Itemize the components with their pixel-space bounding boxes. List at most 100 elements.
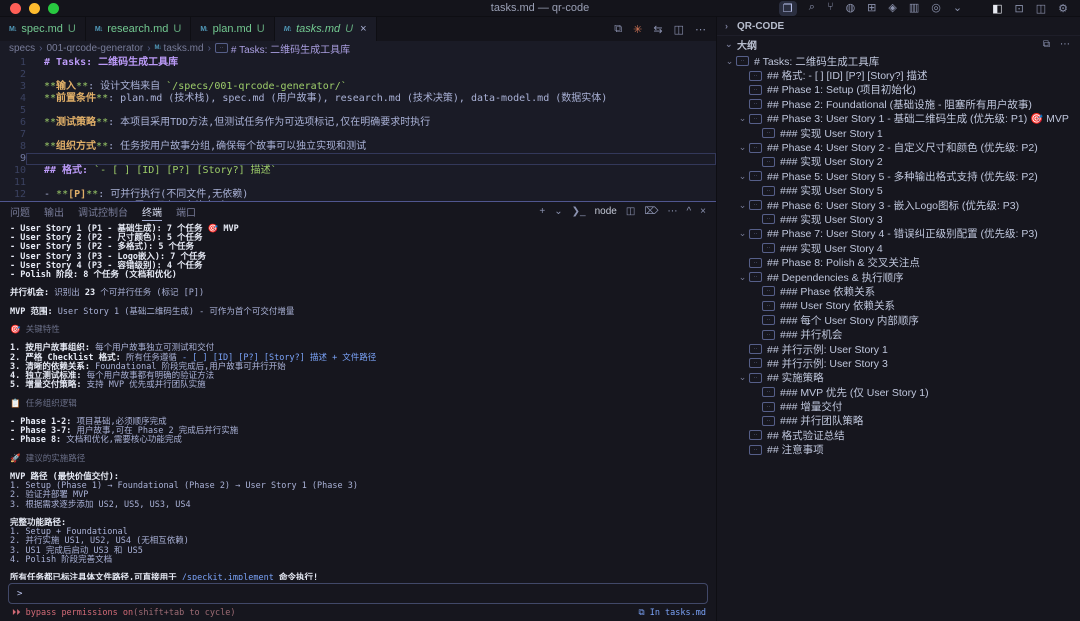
panel-tab-终端[interactable]: 终端 [142,202,162,221]
outline-item[interactable]: ··### 实现 User Story 1 [717,126,1080,140]
remote-explorer-icon[interactable]: ◍ [846,1,856,16]
terminal-dropdown-icon[interactable]: ⌄ [554,206,562,217]
outline-item[interactable]: ⌄··## 实施策略 [717,371,1080,385]
symbol-string-icon: ·· [749,344,762,354]
panel-tab-问题[interactable]: 问题 [10,202,30,221]
new-terminal-icon[interactable]: + [539,206,545,217]
settings-gear-icon[interactable]: ⚙ [1058,2,1068,15]
symbol-string-icon: ·· [749,258,762,268]
search-icon[interactable]: ⌕ [809,1,815,16]
explorer-icon[interactable]: ❐ [779,1,797,16]
outline-item[interactable]: ⌄··## Phase 7: User Story 4 - 错误纠正级别配置 (… [717,227,1080,241]
close-window-button[interactable] [10,3,21,14]
outline-item[interactable]: ··## 并行示例: User Story 3 [717,356,1080,370]
extension-flare-icon[interactable]: ✳ [633,23,642,36]
split-layout-icon[interactable]: ◫ [1036,2,1046,15]
collapse-all-icon[interactable]: ⧉ [1043,39,1050,50]
outline-item[interactable]: ⌄··# Tasks: 二维码生成工具库 [717,54,1080,68]
chevron-down-icon[interactable]: ⌄ [723,56,736,67]
terminal-more-icon[interactable]: ⋯ [667,206,677,217]
outline-item[interactable]: ··## Phase 8: Polish & 交叉关注点 [717,255,1080,269]
outline-item[interactable]: ··### 实现 User Story 2 [717,155,1080,169]
symbol-string-icon: ·· [762,286,775,296]
markdown-icon: M↓ [95,26,102,33]
outline-more-icon[interactable]: ⋯ [1060,39,1070,50]
terminal-prompt-input[interactable]: > [8,583,708,604]
outline-item[interactable]: ··## 格式验证总结 [717,428,1080,442]
graph-icon[interactable]: ▥ [909,1,919,16]
chevron-down-icon[interactable]: ⌄ [736,113,749,124]
kill-terminal-icon[interactable]: ⌦ [644,206,658,217]
layout-panel-icon[interactable]: ◧ [992,2,1002,15]
maximize-window-button[interactable] [48,3,59,14]
chevron-down-icon[interactable]: ⌄ [736,200,749,211]
outline-section-header[interactable]: ⌄ 大纲 ⧉⋯ [717,35,1080,53]
customize-layout-icon[interactable]: ⊡ [1015,2,1024,15]
outline-item[interactable]: ··### 增量交付 [717,399,1080,413]
terminal-line [10,390,716,399]
outline-item[interactable]: ··## 格式: - [ ] [ID] [P?] [Story?] 描述 [717,68,1080,82]
open-changes-icon[interactable]: ⇆ [653,23,662,36]
terminal-line: 所有任务都已标注具体文件路径,可直接用于 /speckit.implement … [10,574,716,580]
outline-item[interactable]: ⌄··## Phase 3: User Story 1 - 基础二维码生成 (优… [717,112,1080,126]
outline-item[interactable]: ··### 并行团队策略 [717,414,1080,428]
symbol-string-icon: ·· [736,56,749,66]
more-views-icon[interactable]: ⌄ [953,1,962,16]
outline-item[interactable]: ··### 实现 User Story 4 [717,241,1080,255]
close-tab-icon[interactable]: × [360,23,366,35]
breadcrumb-item[interactable]: 001-qrcode-generator [46,43,143,54]
outline-item[interactable]: ··## Phase 2: Foundational (基础设施 - 阻塞所有用… [717,97,1080,111]
more-actions-icon[interactable]: ⋯ [695,23,706,36]
outline-item[interactable]: ··## 注意事项 [717,443,1080,457]
editor-line: 8**组织方式**: 任务按用户故事分组,确保每个故事可以独立实现和测试 [0,141,716,153]
terminal-output[interactable]: - User Story 1 (P1 - 基础生成): 7 个任务 🎯 MVP-… [0,221,716,580]
breadcrumb-item[interactable]: M↓tasks.md [155,43,204,54]
outline-item[interactable]: ··### 并行机会 [717,327,1080,341]
outline-item[interactable]: ··## Phase 1: Setup (项目初始化) [717,83,1080,97]
breadcrumb-item[interactable]: ··# Tasks: 二维码生成工具库 [215,41,350,56]
chevron-down-icon[interactable]: ⌄ [736,142,749,153]
maximize-panel-icon[interactable]: ^ [686,206,691,217]
extensions-icon[interactable]: ⊞ [867,1,876,16]
outline-item[interactable]: ⌄··## Phase 4: User Story 2 - 自定义尺寸和颜色 (… [717,140,1080,154]
outline-item[interactable]: ··### 实现 User Story 5 [717,184,1080,198]
source-control-icon[interactable]: ⑂ [827,1,834,16]
outline-item[interactable]: ⌄··## Dependencies & 执行顺序 [717,270,1080,284]
chevron-down-icon[interactable]: ⌄ [736,171,749,182]
outline-item[interactable]: ··### 每个 User Story 内部顺序 [717,313,1080,327]
line-number: 3 [0,81,26,93]
terminal-line: 🚀 建议的实施路径 [10,455,716,464]
window-controls [10,3,59,14]
tab-spec.md[interactable]: M↓spec.mdU [0,17,86,41]
symbol-string-icon: ·· [762,416,775,426]
gitlens-icon[interactable]: ◈ [888,1,896,16]
outline-item[interactable]: ··### MVP 优先 (仅 User Story 1) [717,385,1080,399]
tab-tasks.md[interactable]: M↓tasks.mdU× [275,17,377,41]
chevron-down-icon[interactable]: ⌄ [736,272,749,283]
open-preview-icon[interactable]: ⧉ [614,23,622,36]
outline-item[interactable]: ⌄··## Phase 5: User Story 5 - 多种输出格式支持 (… [717,169,1080,183]
outline-item[interactable]: ··### Phase 依赖关系 [717,284,1080,298]
breadcrumb-item[interactable]: specs [9,43,35,54]
panel-tab-输出[interactable]: 输出 [44,202,64,221]
terminal-process[interactable]: ❯_ [572,206,586,217]
panel-tab-调试控制台[interactable]: 调试控制台 [78,202,128,221]
minimize-window-button[interactable] [29,3,40,14]
tab-research.md[interactable]: M↓research.mdU [86,17,191,41]
chevron-down-icon[interactable]: ⌄ [736,228,749,239]
split-editor-icon[interactable]: ◫ [674,23,684,36]
editor-pane[interactable]: 1# Tasks: 二维码生成工具库23**输入**: 设计文档来自 `/spe… [0,55,716,201]
split-terminal-icon[interactable]: ◫ [626,206,635,217]
panel-tab-bar: 问题输出调试控制台终端端口 + ⌄ ❯_ node ◫ ⌦ ⋯ ^ × [0,202,716,221]
outline-item[interactable]: ··## 并行示例: User Story 1 [717,342,1080,356]
terminal-process-label[interactable]: node [595,206,617,217]
tab-plan.md[interactable]: M↓plan.mdU [191,17,274,41]
close-panel-icon[interactable]: × [700,206,706,217]
outline-item[interactable]: ··### User Story 依赖关系 [717,299,1080,313]
outline-item[interactable]: ··### 实现 User Story 3 [717,212,1080,226]
live-share-icon[interactable]: ◎ [931,1,941,16]
panel-tab-端口[interactable]: 端口 [176,202,196,221]
outline-item[interactable]: ⌄··## Phase 6: User Story 3 - 嵌入Logo图标 (… [717,198,1080,212]
project-section-header[interactable]: › QR-CODE [717,17,1080,35]
chevron-down-icon[interactable]: ⌄ [736,372,749,383]
